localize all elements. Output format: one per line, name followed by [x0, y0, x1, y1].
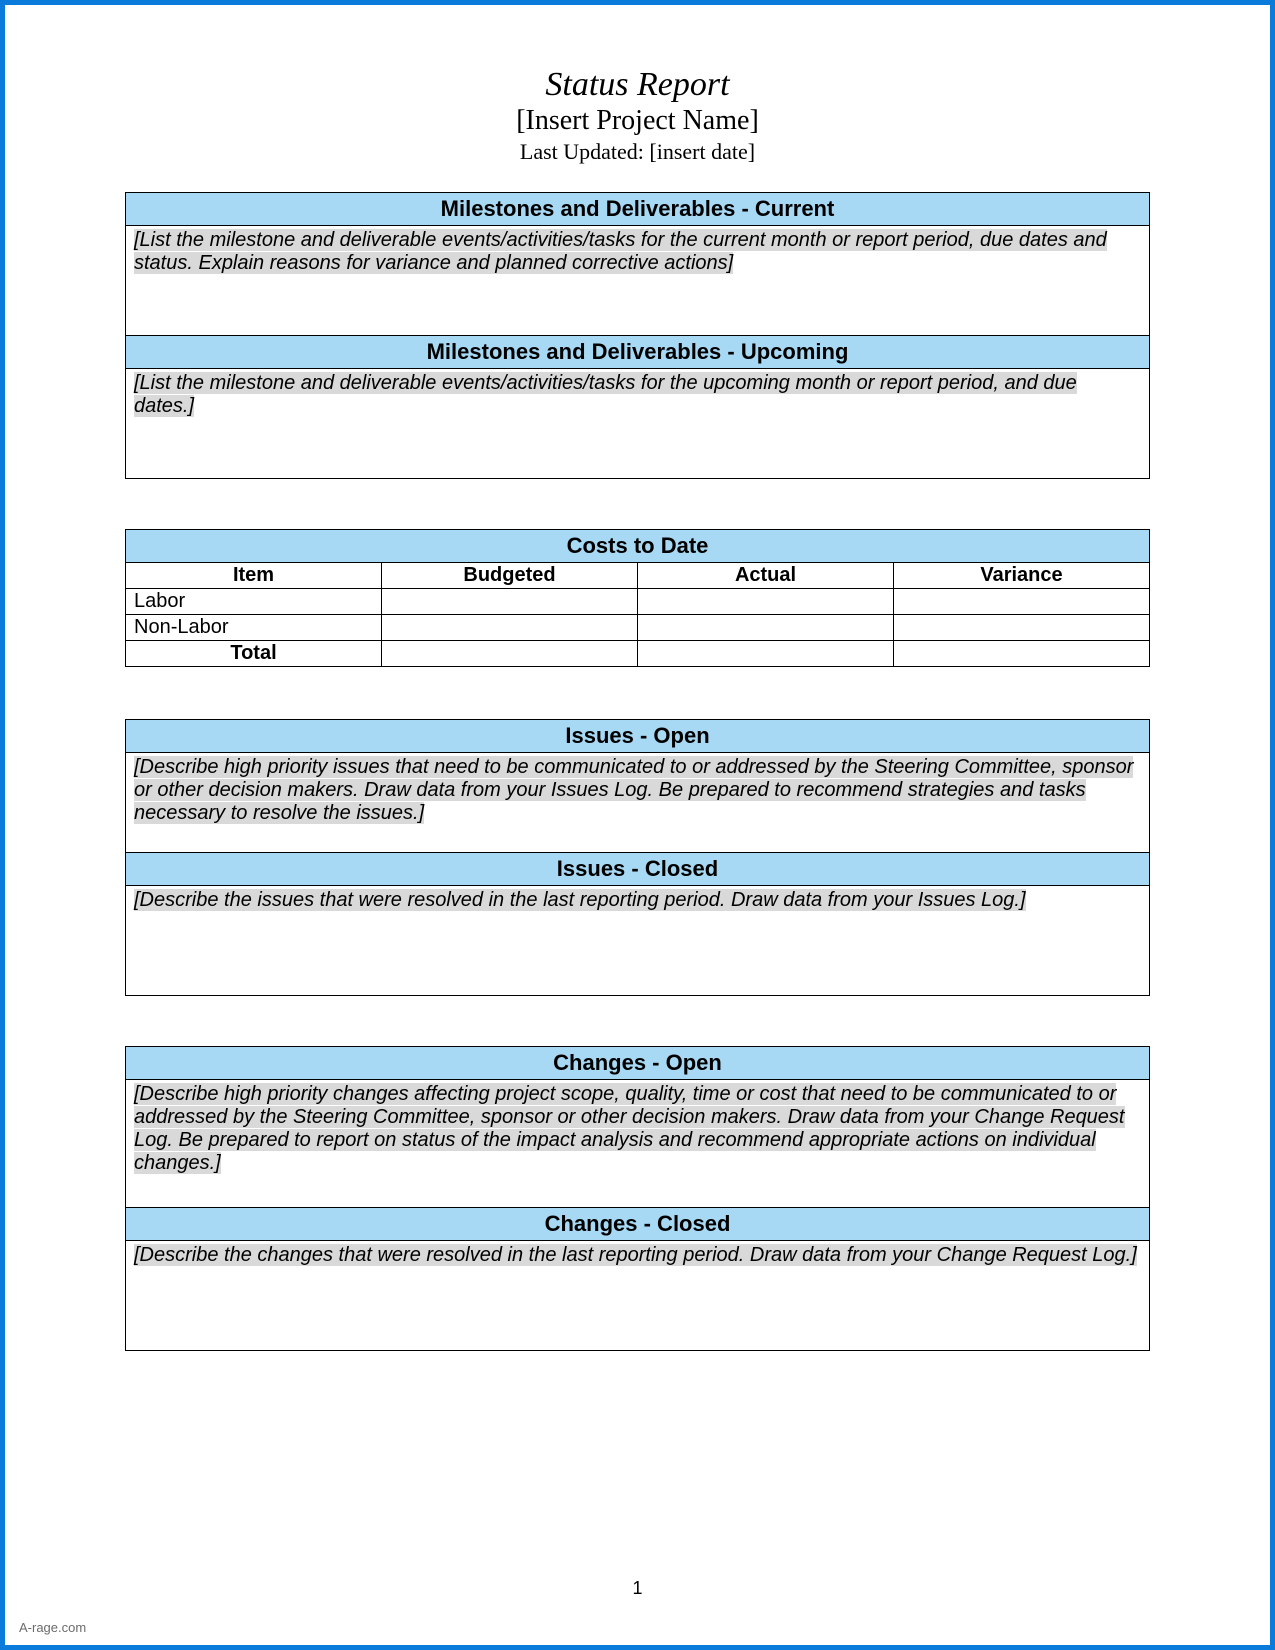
issues-closed-body: [Describe the issues that were resolved …: [126, 886, 1150, 996]
costs-budgeted-cell: [382, 615, 638, 641]
costs-col-budgeted: Budgeted: [382, 563, 638, 589]
report-title: Status Report: [125, 65, 1150, 104]
costs-actual-cell: [638, 589, 894, 615]
costs-actual-cell: [638, 615, 894, 641]
costs-table: Costs to Date Item Budgeted Actual Varia…: [125, 529, 1150, 667]
milestones-upcoming-body: [List the milestone and deliverable even…: [126, 369, 1150, 479]
costs-col-item: Item: [126, 563, 382, 589]
costs-header-row: Item Budgeted Actual Variance: [126, 563, 1150, 589]
issues-open-body: [Describe high priority issues that need…: [126, 753, 1150, 853]
costs-item-cell: Labor: [126, 589, 382, 615]
table-row: Non-Labor: [126, 615, 1150, 641]
document-content: Status Report [Insert Project Name] Last…: [5, 5, 1270, 1351]
costs-total-row: Total: [126, 641, 1150, 667]
milestones-table: Milestones and Deliverables - Current [L…: [125, 192, 1150, 479]
watermark-text: A-rage.com: [19, 1620, 86, 1635]
milestones-current-body: [List the milestone and deliverable even…: [126, 226, 1150, 336]
milestones-current-header: Milestones and Deliverables - Current: [126, 193, 1150, 226]
costs-total-budgeted: [382, 641, 638, 667]
last-updated-label: Last Updated: [insert date]: [125, 138, 1150, 167]
issues-table: Issues - Open [Describe high priority is…: [125, 719, 1150, 996]
changes-table: Changes - Open [Describe high priority c…: [125, 1046, 1150, 1351]
document-header: Status Report [Insert Project Name] Last…: [125, 65, 1150, 166]
issues-closed-header: Issues - Closed: [126, 853, 1150, 886]
changes-closed-header: Changes - Closed: [126, 1208, 1150, 1241]
changes-open-body: [Describe high priority changes affectin…: [126, 1080, 1150, 1208]
costs-total-actual: [638, 641, 894, 667]
costs-col-variance: Variance: [894, 563, 1150, 589]
costs-col-actual: Actual: [638, 563, 894, 589]
table-row: Labor: [126, 589, 1150, 615]
milestones-upcoming-header: Milestones and Deliverables - Upcoming: [126, 336, 1150, 369]
changes-closed-body: [Describe the changes that were resolved…: [126, 1241, 1150, 1351]
page-number: 1: [5, 1578, 1270, 1599]
costs-title: Costs to Date: [126, 530, 1150, 563]
costs-item-cell: Non-Labor: [126, 615, 382, 641]
project-name-placeholder: [Insert Project Name]: [125, 104, 1150, 138]
costs-total-label: Total: [126, 641, 382, 667]
costs-budgeted-cell: [382, 589, 638, 615]
changes-open-header: Changes - Open: [126, 1047, 1150, 1080]
issues-open-header: Issues - Open: [126, 720, 1150, 753]
costs-variance-cell: [894, 589, 1150, 615]
document-page: Status Report [Insert Project Name] Last…: [0, 0, 1275, 1650]
costs-total-variance: [894, 641, 1150, 667]
costs-variance-cell: [894, 615, 1150, 641]
